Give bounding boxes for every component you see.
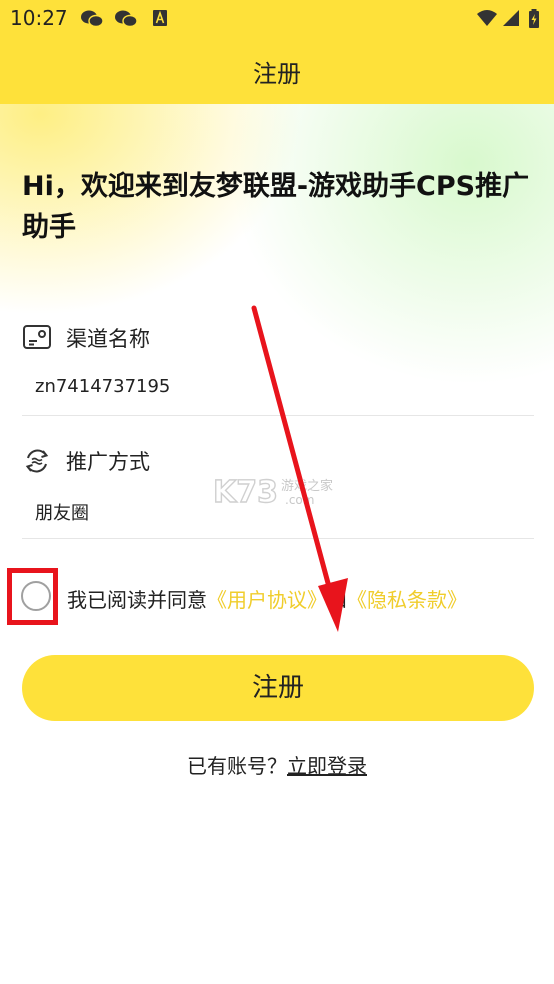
welcome-heading: Hi，欢迎来到友梦联盟-游戏助手CPS推广助手 [22,171,530,243]
channel-name-field[interactable]: zn7414737195 [35,376,170,397]
wifi-icon [477,10,497,26]
wechat-icon [115,10,138,28]
channel-divider [22,415,534,416]
hero-background [0,104,554,404]
battery-charging-icon [529,9,539,28]
agreement-and: 和 [327,588,347,612]
login-prompt: 已有账号？ [187,754,287,778]
agreement-prefix: 我已阅读并同意 [67,588,207,612]
annotation-highlight-box [7,568,58,625]
login-row: 已有账号？立即登录 [0,750,554,779]
privacy-policy-link[interactable]: 《隐私条款》 [347,588,467,612]
channel-name-label: 渠道名称 [66,327,150,351]
app-a-icon [153,10,167,26]
id-card-icon [23,325,51,349]
promo-method-field[interactable]: 朋友圈 [35,499,89,525]
agreement-row: 我已阅读并同意《用户协议》和《隐私条款》 [0,566,554,632]
svg-text:.com: .com [285,493,314,507]
signal-icon [503,10,519,26]
method-divider [22,538,534,539]
title-bar: 注册 [0,38,554,104]
svg-text:K73: K73 [213,475,278,510]
register-button[interactable]: 注册 [22,655,534,721]
wechat-icon [81,10,104,28]
k73-watermark-logo: K73 游戏之家 .com [213,474,333,510]
user-agreement-link[interactable]: 《用户协议》 [207,588,327,612]
page-title: 注册 [253,60,301,88]
agreement-text: 我已阅读并同意《用户协议》和《隐私条款》 [67,584,467,613]
login-link[interactable]: 立即登录 [287,754,367,778]
promo-method-label: 推广方式 [66,450,150,474]
refresh-icon [25,449,49,473]
status-bar: 10:27 [0,0,554,38]
status-time: 10:27 [10,6,68,30]
svg-text:游戏之家: 游戏之家 [281,478,333,494]
